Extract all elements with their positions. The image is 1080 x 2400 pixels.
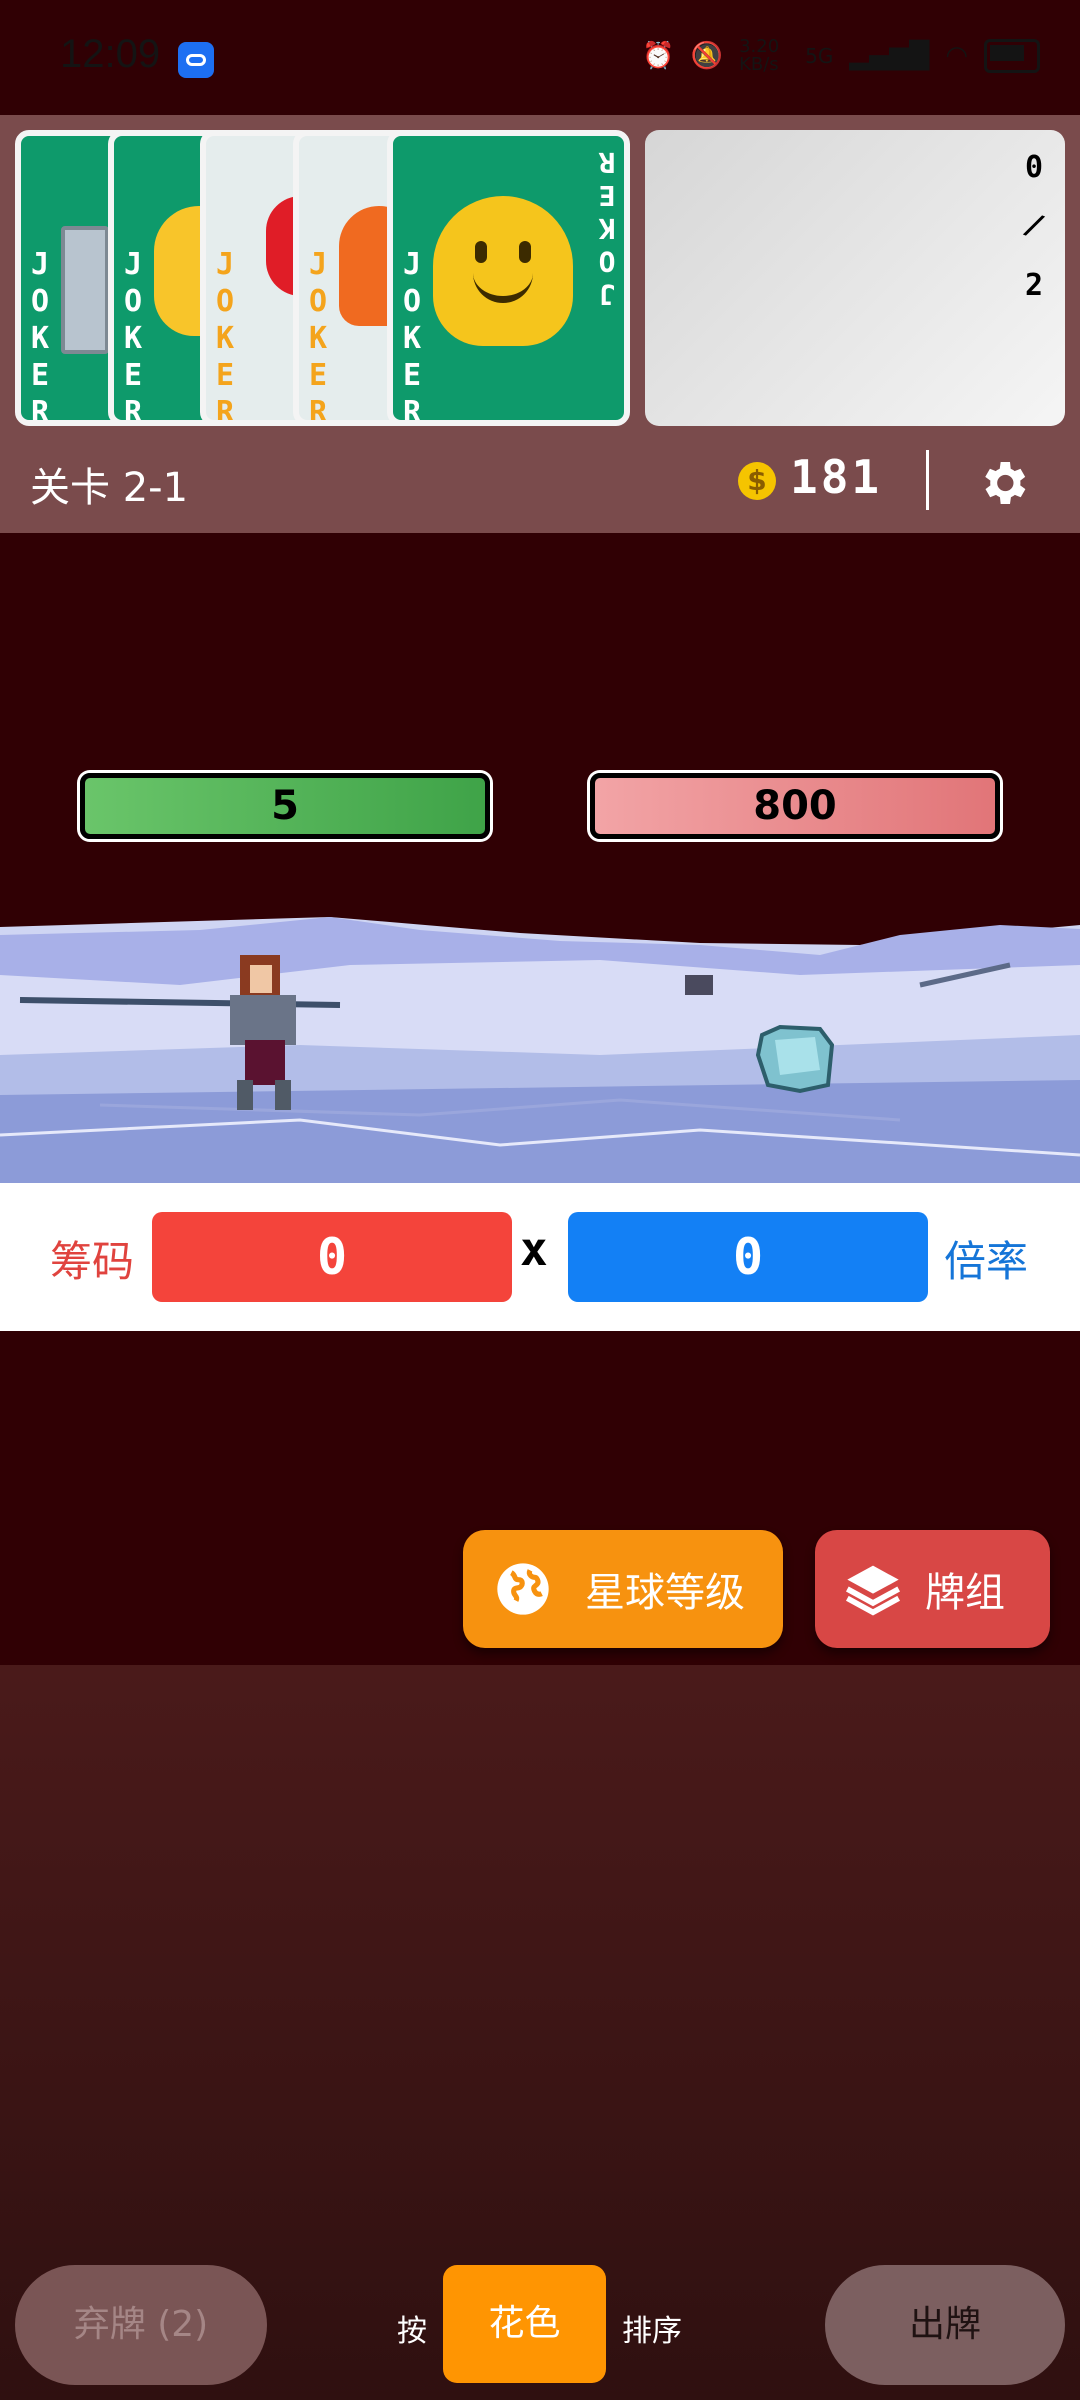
joker-card-label: JOKER [30, 247, 50, 426]
chips-label: 筹码 [50, 1237, 135, 1286]
globe-icon [497, 1563, 549, 1615]
planet-level-button[interactable]: 星球等级 [463, 1530, 783, 1648]
net-speed: 3.20 KB/s [739, 36, 780, 75]
joker-slot-current: 0 [1024, 150, 1043, 185]
joker-card-label: JOKER [402, 247, 422, 426]
cabin-icon [685, 975, 713, 995]
enemy-crystal [755, 1024, 835, 1094]
app-notification-icon [178, 42, 214, 78]
alarm-icon: ⏰ [642, 41, 675, 71]
status-time: 12:09 [60, 32, 161, 76]
status-bar: 12:09 ⏰ 🔕 3.20 KB/s 5G ▂▄▆█ ◠ [0, 0, 1080, 115]
sort-prefix-label: 按 [397, 2314, 427, 2349]
joker-slot-max: 2 [1024, 268, 1043, 303]
planet-level-label: 星球等级 [585, 1570, 745, 1616]
mult-value: 0 [568, 1212, 928, 1302]
enemy-hp-bar: 800 [590, 773, 1000, 839]
gear-icon[interactable] [975, 455, 1031, 511]
play-hand-button[interactable]: 出牌 [825, 2265, 1065, 2385]
joker-card[interactable]: JOKER JOKER [387, 130, 630, 426]
melting-face-icon [433, 196, 573, 346]
joker-panel: JOKER JOKER JOKER JOKER JOKER JOKER 0 / … [0, 115, 1080, 533]
money-value: 181 [790, 450, 883, 504]
joker-slot-counter: 0 / 2 [645, 130, 1065, 426]
battle-scene [0, 917, 1080, 1183]
player-hp-bar: 5 [80, 773, 490, 839]
mute-icon: 🔕 [690, 41, 724, 71]
battery-icon [984, 39, 1040, 73]
deck-button[interactable]: 牌组 [815, 1530, 1050, 1648]
sort-by-suit-button[interactable]: 花色 [443, 2265, 606, 2383]
pillar-icon [61, 226, 109, 354]
joker-card-label: JOKER [308, 247, 328, 426]
status-icons: ⏰ 🔕 3.20 KB/s 5G ▂▄▆█ ◠ [642, 38, 1040, 74]
signal-icon: ▂▄▆█ [849, 41, 930, 71]
joker-slot-separator: / [1019, 205, 1049, 246]
joker-card-label: JOKER [123, 247, 143, 426]
signal-label: 5G [805, 44, 834, 68]
deck-label: 牌组 [925, 1570, 1005, 1616]
layers-icon [845, 1565, 901, 1616]
wifi-icon: ◠ [945, 41, 968, 71]
chips-value: 0 [152, 1212, 512, 1302]
multiply-sign: x [520, 1222, 548, 1276]
mult-label: 倍率 [944, 1237, 1029, 1286]
discard-button[interactable]: 弃牌 (2) [15, 2265, 267, 2385]
joker-card-label-mirror: JOKER [598, 146, 616, 311]
coin-icon: $ [738, 462, 776, 500]
joker-card-label: JOKER [215, 247, 235, 426]
sort-suffix-label: 排序 [622, 2314, 682, 2349]
stage-label: 关卡 2-1 [30, 465, 189, 511]
divider [926, 450, 929, 510]
